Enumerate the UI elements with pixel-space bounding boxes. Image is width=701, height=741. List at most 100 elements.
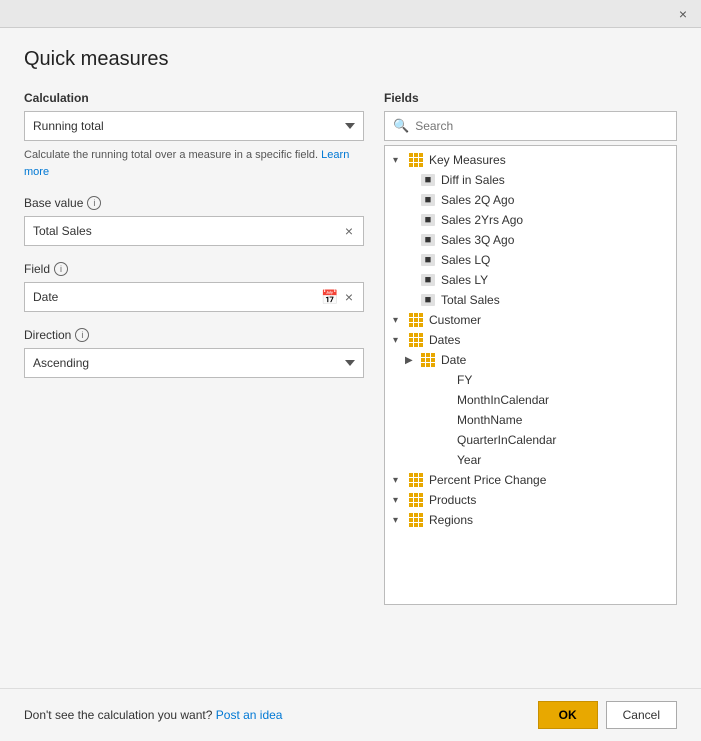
base-value-clear-button[interactable]: × — [343, 223, 355, 239]
chevron-products: ▾ — [393, 495, 407, 506]
item-label: Sales 2Yrs Ago — [441, 213, 523, 227]
tree-group-dates[interactable]: ▾ Dates — [385, 330, 676, 350]
footer-text: Don't see the calculation you want? Post… — [24, 708, 282, 722]
calculation-description: Calculate the running total over a measu… — [24, 147, 364, 180]
item-label: QuarterInCalendar — [457, 433, 556, 447]
field-input[interactable] — [33, 290, 321, 304]
fields-label: Fields — [384, 91, 677, 105]
field-icon-year — [435, 453, 453, 467]
cancel-button[interactable]: Cancel — [606, 701, 677, 729]
measure-icon-sales-ly: ■ — [419, 273, 437, 287]
item-label: MonthName — [457, 413, 522, 427]
percent-price-label: Percent Price Change — [429, 473, 546, 487]
tree-group-customer[interactable]: ▾ Customer — [385, 310, 676, 330]
chevron-key-measures: ▾ — [393, 155, 407, 166]
item-label: Sales LY — [441, 273, 488, 287]
base-value-group: Base value i × — [24, 196, 364, 246]
chevron-percent-price: ▾ — [393, 475, 407, 486]
tree-item-fy[interactable]: FY — [385, 370, 676, 390]
field-label: Field i — [24, 262, 364, 276]
tree-item-sales-2yrs-ago[interactable]: ■ Sales 2Yrs Ago — [385, 210, 676, 230]
tree-item-monthincalendar[interactable]: MonthInCalendar — [385, 390, 676, 410]
base-value-input[interactable] — [33, 224, 343, 238]
footer-buttons: OK Cancel — [538, 701, 677, 729]
field-info-icon[interactable]: i — [54, 262, 68, 276]
table-icon-customer — [407, 313, 425, 327]
tree-item-diff-in-sales[interactable]: ■ Diff in Sales — [385, 170, 676, 190]
fields-tree: ▾ Key Measures ■ Diff in Sales — [384, 145, 677, 605]
item-label: Sales 2Q Ago — [441, 193, 514, 207]
close-button[interactable]: × — [673, 4, 693, 24]
ok-button[interactable]: OK — [538, 701, 598, 729]
dialog-footer: Don't see the calculation you want? Post… — [0, 688, 701, 741]
tree-item-total-sales[interactable]: ■ Total Sales — [385, 290, 676, 310]
tree-group-products[interactable]: ▾ Products — [385, 490, 676, 510]
tree-item-sales-2q-ago[interactable]: ■ Sales 2Q Ago — [385, 190, 676, 210]
tree-item-quarterincalendar[interactable]: QuarterInCalendar — [385, 430, 676, 450]
measure-icon-sales-3q: ■ — [419, 233, 437, 247]
direction-select[interactable]: Ascending Descending — [24, 348, 364, 378]
left-panel: Calculation Running total Calculate the … — [24, 91, 364, 672]
item-label: Total Sales — [441, 293, 500, 307]
measure-icon-sales-2yrs: ■ — [419, 213, 437, 227]
chevron-regions: ▾ — [393, 515, 407, 526]
title-bar: × — [0, 0, 701, 28]
search-icon: 🔍 — [393, 118, 409, 134]
tree-subgroup-date[interactable]: ▶ Date — [385, 350, 676, 370]
dialog-body: Quick measures Calculation Running total… — [0, 28, 701, 688]
calculation-select[interactable]: Running total — [24, 111, 364, 141]
table-icon-percent-price — [407, 473, 425, 487]
item-label: Diff in Sales — [441, 173, 505, 187]
two-columns-layout: Calculation Running total Calculate the … — [24, 91, 677, 672]
measure-icon-sales-2q: ■ — [419, 193, 437, 207]
table-icon-products — [407, 493, 425, 507]
measure-icon-total-sales: ■ — [419, 293, 437, 307]
direction-group: Direction i Ascending Descending — [24, 328, 364, 378]
base-value-info-icon[interactable]: i — [87, 196, 101, 210]
base-value-label: Base value i — [24, 196, 364, 210]
dates-label: Dates — [429, 333, 460, 347]
tree-group-key-measures[interactable]: ▾ Key Measures — [385, 150, 676, 170]
right-panel: Fields 🔍 ▾ Key Measures — [384, 91, 677, 672]
field-icon-monthname — [435, 413, 453, 427]
regions-label: Regions — [429, 513, 473, 527]
date-label: Date — [441, 353, 466, 367]
tree-group-regions[interactable]: ▾ Regions — [385, 510, 676, 530]
field-group: Field i 📅 × — [24, 262, 364, 312]
direction-info-icon[interactable]: i — [75, 328, 89, 342]
chevron-dates: ▾ — [393, 335, 407, 346]
field-input-wrapper: 📅 × — [24, 282, 364, 312]
item-label: FY — [457, 373, 472, 387]
tree-group-percent-price-change[interactable]: ▾ Percent Price Change — [385, 470, 676, 490]
tree-item-sales-lq[interactable]: ■ Sales LQ — [385, 250, 676, 270]
tree-item-year[interactable]: Year — [385, 450, 676, 470]
calculation-group: Calculation Running total Calculate the … — [24, 91, 364, 180]
tree-item-sales-ly[interactable]: ■ Sales LY — [385, 270, 676, 290]
measure-icon-sales-lq: ■ — [419, 253, 437, 267]
field-clear-button[interactable]: × — [343, 289, 355, 305]
field-icon-fy — [435, 373, 453, 387]
tree-item-monthname[interactable]: MonthName — [385, 410, 676, 430]
item-label: Sales 3Q Ago — [441, 233, 514, 247]
post-idea-link[interactable]: Post an idea — [216, 708, 283, 722]
chevron-customer: ▾ — [393, 315, 407, 326]
customer-label: Customer — [429, 313, 481, 327]
dialog-title: Quick measures — [24, 48, 677, 71]
calculation-label: Calculation — [24, 91, 364, 105]
quick-measures-dialog: × Quick measures Calculation Running tot… — [0, 0, 701, 741]
table-icon-dates — [407, 333, 425, 347]
base-value-input-wrapper: × — [24, 216, 364, 246]
item-label: Year — [457, 453, 481, 467]
direction-label: Direction i — [24, 328, 364, 342]
field-icon-monthincalendar — [435, 393, 453, 407]
chevron-date: ▶ — [405, 355, 419, 366]
item-label: MonthInCalendar — [457, 393, 549, 407]
item-label: Sales LQ — [441, 253, 490, 267]
measure-icon-diff-sales: ■ — [419, 173, 437, 187]
calendar-icon: 📅 — [321, 289, 338, 306]
field-icon-quarterincalendar — [435, 433, 453, 447]
table-icon-key-measures — [407, 153, 425, 167]
tree-item-sales-3q-ago[interactable]: ■ Sales 3Q Ago — [385, 230, 676, 250]
search-input[interactable] — [415, 119, 668, 133]
table-icon-regions — [407, 513, 425, 527]
